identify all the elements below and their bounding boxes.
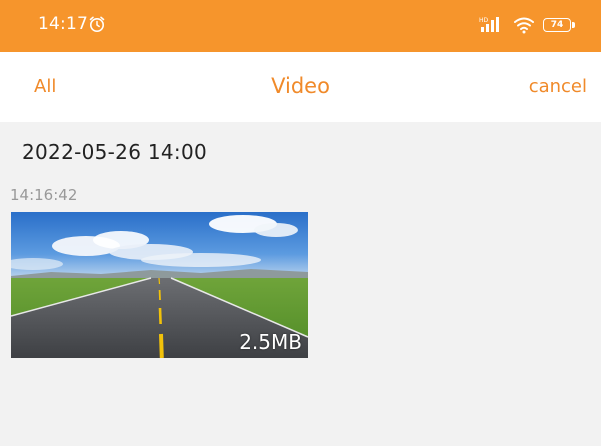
page-title: Video bbox=[271, 74, 330, 98]
status-indicators: HD 74 bbox=[479, 16, 577, 34]
group-header: 2022-05-26 14:00 bbox=[22, 140, 208, 164]
wifi-icon bbox=[514, 17, 534, 34]
signal-icon: HD bbox=[479, 17, 499, 32]
video-thumbnail[interactable]: 2.5MB bbox=[11, 212, 308, 358]
nav-bar: All Video cancel bbox=[0, 52, 601, 122]
battery-icon: 74 bbox=[543, 17, 577, 33]
svg-text:HD: HD bbox=[479, 17, 489, 24]
battery-level: 74 bbox=[550, 20, 564, 30]
status-time: 14:17 bbox=[38, 14, 88, 34]
cancel-button[interactable]: cancel bbox=[529, 76, 587, 97]
video-size: 2.5MB bbox=[239, 330, 302, 354]
status-bar: 14:17 HD 74 bbox=[0, 0, 601, 52]
video-list: 2022-05-26 14:00 14:16:42 2.5MB bbox=[0, 122, 601, 446]
video-time: 14:16:42 bbox=[10, 186, 78, 204]
alarm-icon bbox=[89, 16, 105, 32]
